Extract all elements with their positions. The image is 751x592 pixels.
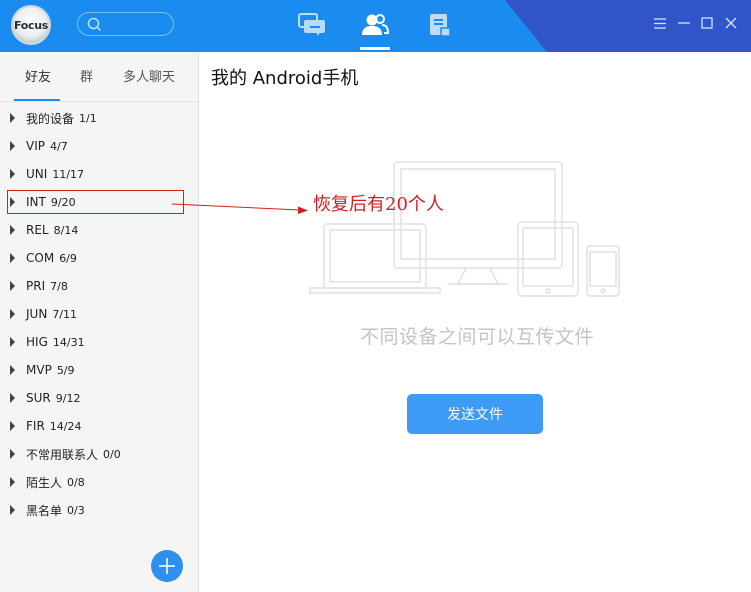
annotation-text: 恢复后有20个人 [313,194,444,215]
annotation-arrow [171,203,308,214]
